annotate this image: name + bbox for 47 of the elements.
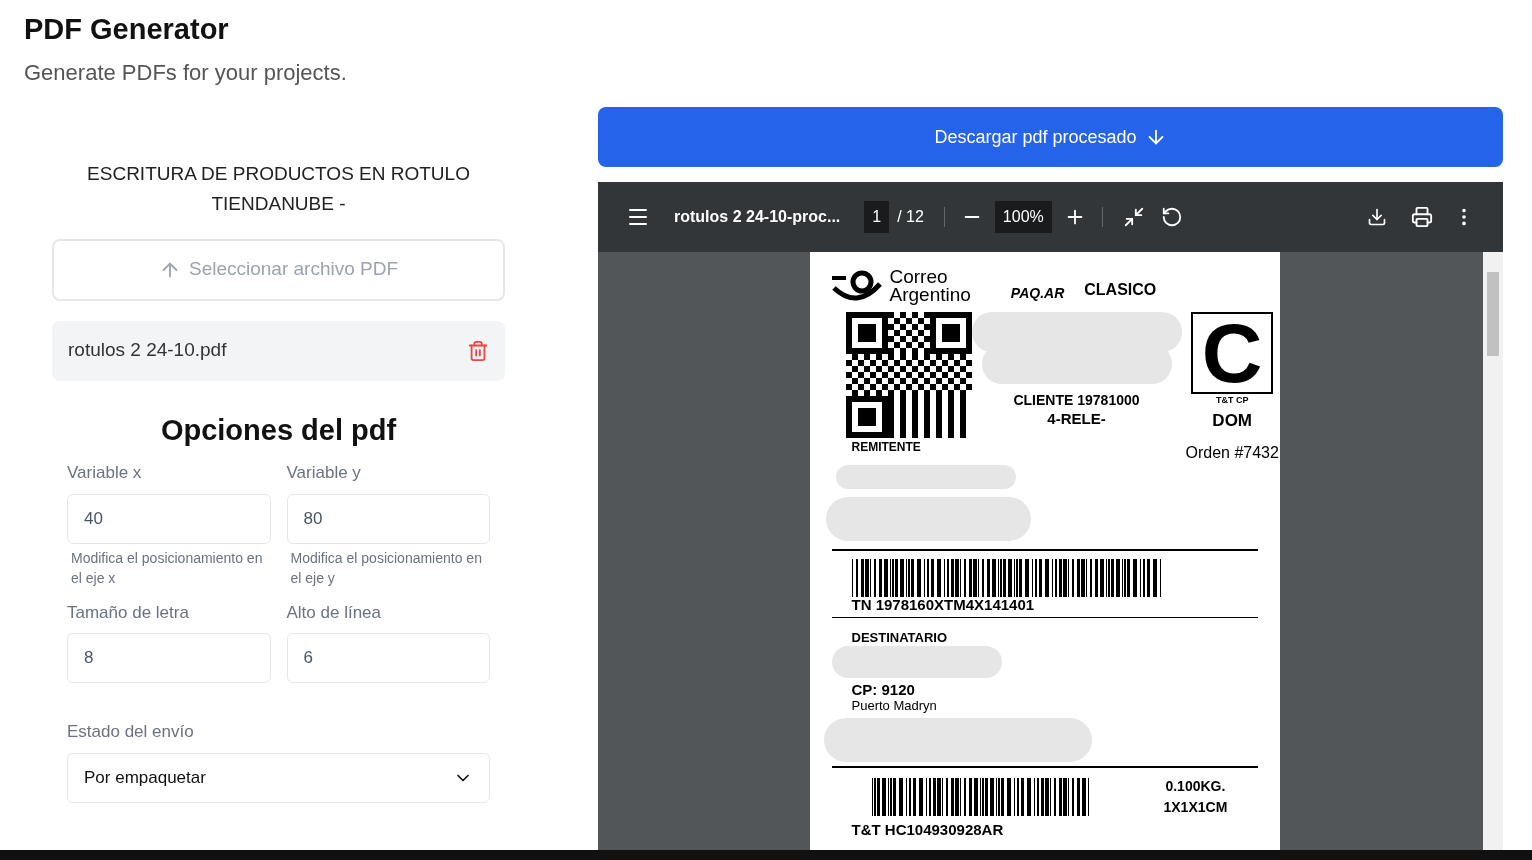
service-name: CLASICO: [1084, 280, 1157, 300]
product-name: PAQ.AR: [1010, 284, 1065, 303]
file-name: rotulos 2 24-10.pdf: [68, 338, 227, 363]
client-code: 4-RELE-: [1047, 409, 1106, 429]
download-icon[interactable]: [1367, 207, 1387, 227]
tn-number: TN 1978160XTM4X141401: [850, 597, 1036, 613]
number-field[interactable]: 6: [286, 633, 490, 683]
package-dimensions: 1X1X1CM: [1163, 798, 1228, 817]
brand-logo-icon: [831, 270, 882, 304]
page-subtitle: Generate PDFs for your projects.: [24, 58, 348, 87]
recipient-heading: DESTINATARIO: [850, 630, 949, 646]
city-name: Puerto Madryn: [850, 698, 938, 714]
package-weight: 0.100KG.: [1165, 777, 1226, 796]
qr-code-icon: [845, 312, 972, 438]
sender-heading: REMITENTE: [851, 439, 922, 456]
page-number-field[interactable]: 1: [864, 201, 890, 233]
scrollbar[interactable]: [1483, 252, 1503, 850]
order-number: Orden #7432: [1185, 443, 1279, 463]
print-icon[interactable]: [1411, 206, 1433, 228]
brand-name: Correo Argentino: [889, 268, 971, 304]
status-select[interactable]: Por empaquetar: [67, 752, 490, 803]
rotate-icon[interactable]: [1160, 206, 1183, 228]
client-number: CLIENTE 19781000: [1013, 392, 1140, 408]
number-field[interactable]: 80: [286, 493, 490, 544]
tt-cp-label: T&T CP: [1215, 394, 1249, 407]
delivery-type: DOM: [1212, 409, 1253, 432]
field-label: Alto de línea: [286, 601, 382, 624]
delete-button[interactable]: [467, 339, 489, 362]
tracking-number: T&T HC104930928AR: [850, 822, 1005, 838]
field-help: Modifica el posicionamiento en el eje x: [70, 548, 264, 588]
viewer-file-name: rotulos 2 24-10-proc...: [674, 207, 841, 227]
number-field[interactable]: 40: [67, 493, 271, 544]
field-label: Variable y: [286, 462, 362, 484]
zone-letter: C: [1201, 311, 1263, 395]
number-field[interactable]: 8: [67, 633, 271, 683]
page-total: / 12: [897, 207, 924, 227]
field-label: Variable x: [67, 462, 143, 484]
download-button[interactable]: Descargar pdf procesado: [598, 107, 1503, 167]
field-help: Modifica el posicionamiento en el eje y: [289, 548, 483, 588]
fit-page-icon[interactable]: [1122, 206, 1145, 228]
section-title: ESCRITURA DE PRODUCTOS EN ROTULO TIENDANUBE -: [86, 161, 471, 216]
zoom-field[interactable]: 100%: [994, 201, 1052, 233]
options-title: Opciones del pdf: [159, 412, 398, 448]
field-label: Tamaño de letra: [67, 601, 190, 624]
field-label: Estado del envío: [67, 721, 195, 743]
postal-code: CP: 9120: [850, 682, 916, 698]
page-title: PDF Generator: [24, 12, 230, 47]
